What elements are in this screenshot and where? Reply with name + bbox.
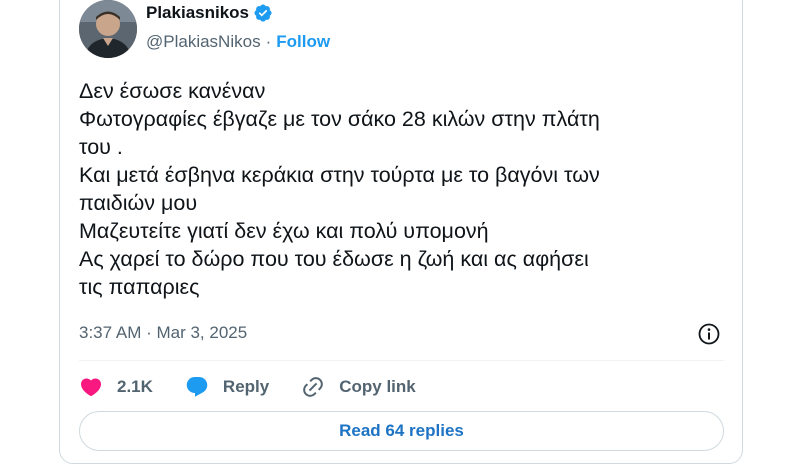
tweet-line: Ας χαρεί το δώρο που του έδωσε η ζωή και…	[79, 247, 589, 271]
tweet-line: του .	[79, 135, 123, 159]
like-button[interactable]: 2.1K	[79, 375, 153, 399]
reply-label: Reply	[222, 377, 270, 396]
author-name[interactable]: Plakiasnikos	[146, 3, 249, 23]
copy-link-button[interactable]: Copy link	[301, 375, 416, 399]
reply-button[interactable]: Reply	[185, 375, 269, 399]
avatar-photo	[79, 0, 137, 58]
handle-row: @PlakiasNikos · Follow	[146, 32, 330, 52]
tweet-line: Δεν έσωσε κανέναν	[79, 79, 266, 103]
action-bar: 2.1K Reply Copy link	[79, 373, 416, 401]
info-icon[interactable]	[697, 322, 721, 346]
divider	[79, 360, 724, 361]
author-name-row[interactable]: Plakiasnikos	[146, 3, 273, 23]
author-handle[interactable]: @PlakiasNikos	[146, 32, 261, 52]
tweet-text: Δεν έσωσε κανέναν Φωτογραφίες έβγαζε με …	[79, 77, 739, 301]
tweet-line: Φωτογραφίες έβγαζε με τον σάκο 28 κιλών …	[79, 107, 600, 131]
separator-dot: ·	[265, 32, 272, 51]
like-count: 2.1K	[117, 377, 153, 396]
speech-bubble-icon	[186, 377, 208, 397]
avatar[interactable]	[79, 0, 137, 58]
copy-link-label: Copy link	[339, 377, 416, 396]
link-icon	[303, 377, 324, 397]
tweet-line: παιδιών μου	[79, 191, 198, 215]
verified-badge-icon	[253, 3, 273, 23]
heart-icon	[80, 378, 102, 397]
tweet-line: τις παπαριες	[79, 275, 200, 299]
tweet-timestamp[interactable]: 3:37 AM · Mar 3, 2025	[79, 323, 247, 343]
follow-button[interactable]: Follow	[276, 32, 330, 52]
read-replies-button[interactable]: Read 64 replies	[79, 411, 724, 451]
tweet-line: Μαζευτείτε γιατί δεν έχω και πολύ υπομον…	[79, 219, 489, 243]
tweet-line: Και μετά έσβηνα κεράκια στην τούρτα με τ…	[79, 163, 600, 187]
